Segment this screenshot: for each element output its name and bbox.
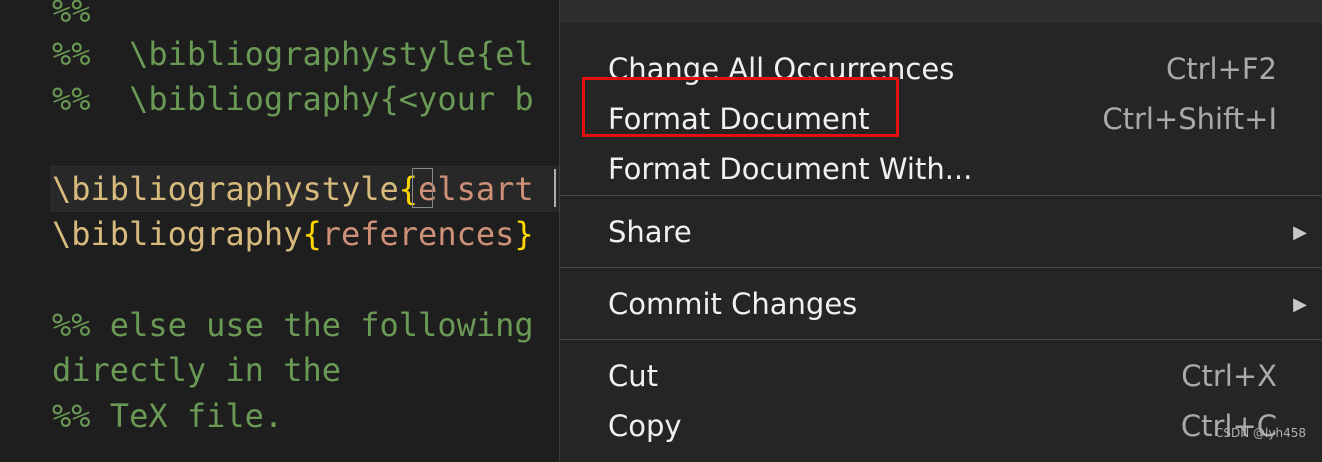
menu-item-label: Change All Occurrences <box>608 52 955 86</box>
context-menu: Change All Occurrences Ctrl+F2 Format Do… <box>559 0 1322 462</box>
watermark: CSDN @lyh458 <box>1215 426 1306 440</box>
menu-item-label: Format Document <box>608 102 870 136</box>
menu-item-label: Cut <box>608 359 658 393</box>
menu-item-change-all-occurrences[interactable]: Change All Occurrences Ctrl+F2 <box>608 47 1277 91</box>
menu-item-keybinding: Ctrl+Shift+I <box>1102 102 1277 136</box>
menu-item-label: Commit Changes <box>608 287 858 321</box>
menu-separator <box>560 267 1322 268</box>
code-token: } <box>514 215 534 253</box>
menu-item-label: Format Document With... <box>608 152 973 186</box>
code-line: %% <box>52 0 91 27</box>
code-line: %% else use the following <box>52 309 534 341</box>
code-line: directly in the <box>52 354 341 386</box>
code-line: %% TeX file. <box>52 400 283 432</box>
menu-item-share[interactable]: Share ▶ <box>608 210 1307 254</box>
menu-item-label: Copy <box>608 409 682 443</box>
menu-item-format-document[interactable]: Format Document Ctrl+Shift+I <box>608 97 1277 141</box>
code-token: \bibliography <box>52 215 303 253</box>
code-line: %% \bibliography{<your b <box>52 83 534 115</box>
bracket-match-box <box>412 168 433 208</box>
code-token: %% TeX file. <box>52 397 284 435</box>
chevron-right-icon: ▶ <box>1293 293 1307 315</box>
menu-top-strip <box>560 0 1322 23</box>
text-cursor <box>554 169 556 207</box>
code-token: directly in the <box>52 351 341 389</box>
code-token: %% <box>52 0 91 30</box>
code-token: %% else use the following <box>52 306 534 344</box>
menu-item-label: Share <box>608 215 692 249</box>
menu-item-copy[interactable]: Copy Ctrl+C <box>608 404 1277 448</box>
code-token: { <box>302 215 322 253</box>
menu-item-keybinding: Ctrl+F2 <box>1165 52 1277 86</box>
chevron-right-icon: ▶ <box>1293 221 1307 243</box>
menu-item-commit-changes[interactable]: Commit Changes ▶ <box>608 282 1307 326</box>
code-line: \bibliographystyle{elsart <box>52 173 534 205</box>
code-editor[interactable]: %% %% \bibliographystyle{el %% \bibliograp… <box>0 0 559 450</box>
code-line: %% \bibliographystyle{el <box>52 38 534 70</box>
menu-item-keybinding: Ctrl+X <box>1181 359 1277 393</box>
menu-item-cut[interactable]: Cut Ctrl+X <box>608 354 1277 398</box>
menu-item-format-document-with[interactable]: Format Document With... <box>608 147 1277 191</box>
code-token: %% \bibliography{<your b <box>52 80 534 118</box>
menu-separator <box>560 195 1322 196</box>
code-token: elsart <box>418 170 534 208</box>
menu-separator <box>560 339 1322 340</box>
code-token: %% \bibliographystyle{el <box>52 35 534 73</box>
code-line: \bibliography{references} <box>52 218 534 250</box>
code-token: \bibliographystyle <box>52 170 399 208</box>
code-token: references <box>321 215 515 253</box>
